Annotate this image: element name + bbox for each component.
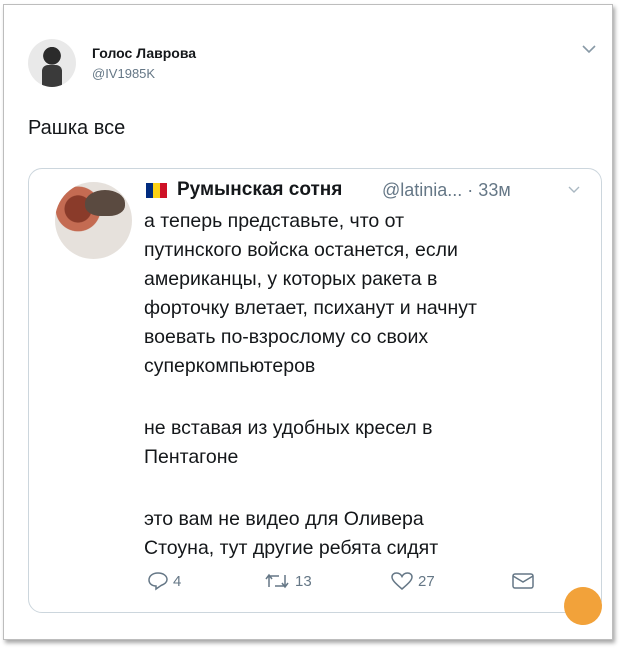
- author-handle[interactable]: @IV1985K: [92, 66, 155, 81]
- author-name[interactable]: Голос Лаврова: [92, 45, 196, 61]
- romania-flag-icon: [146, 183, 167, 198]
- like-button[interactable]: 27: [390, 571, 435, 591]
- quoted-paragraph: это вам не видео для Оливера Стоуна, тут…: [144, 508, 439, 559]
- quoted-author-avatar[interactable]: [55, 182, 132, 259]
- quoted-paragraph: а теперь представьте, что от путинского …: [144, 210, 477, 377]
- reply-count: 4: [173, 572, 182, 590]
- heart-icon: [391, 572, 413, 590]
- quoted-author-name[interactable]: Румынская сотня: [177, 179, 342, 201]
- chevron-down-icon[interactable]: [580, 43, 598, 55]
- quoted-text: а теперь представьте, что от путинского …: [144, 207, 584, 563]
- retweet-count: 13: [295, 572, 312, 590]
- reply-icon: [148, 572, 168, 591]
- quoted-handle-time[interactable]: @latinia... · 33м: [382, 180, 511, 201]
- author-avatar[interactable]: [28, 39, 76, 87]
- envelope-icon: [512, 573, 534, 589]
- quoted-paragraph: не вставая из удобных кресел в Пентагоне: [144, 417, 433, 468]
- tweet-card: Голос Лаврова @IV1985K Рашка все Румынск…: [3, 4, 613, 640]
- flag-stripe-red: [160, 183, 167, 198]
- action-bar: 4 13 27: [147, 571, 587, 601]
- flag-stripe-blue: [146, 183, 153, 198]
- reply-button[interactable]: 4: [147, 571, 181, 591]
- tweet-text: Рашка все: [28, 117, 126, 139]
- retweet-button[interactable]: 13: [263, 571, 312, 591]
- quoted-tweet[interactable]: Румынская сотня @latinia... · 33м а тепе…: [28, 168, 602, 613]
- like-count: 27: [418, 572, 435, 590]
- message-button[interactable]: [511, 571, 535, 591]
- chevron-down-icon[interactable]: [566, 184, 582, 195]
- retweet-icon: [265, 573, 289, 589]
- flag-stripe-yellow: [153, 183, 160, 198]
